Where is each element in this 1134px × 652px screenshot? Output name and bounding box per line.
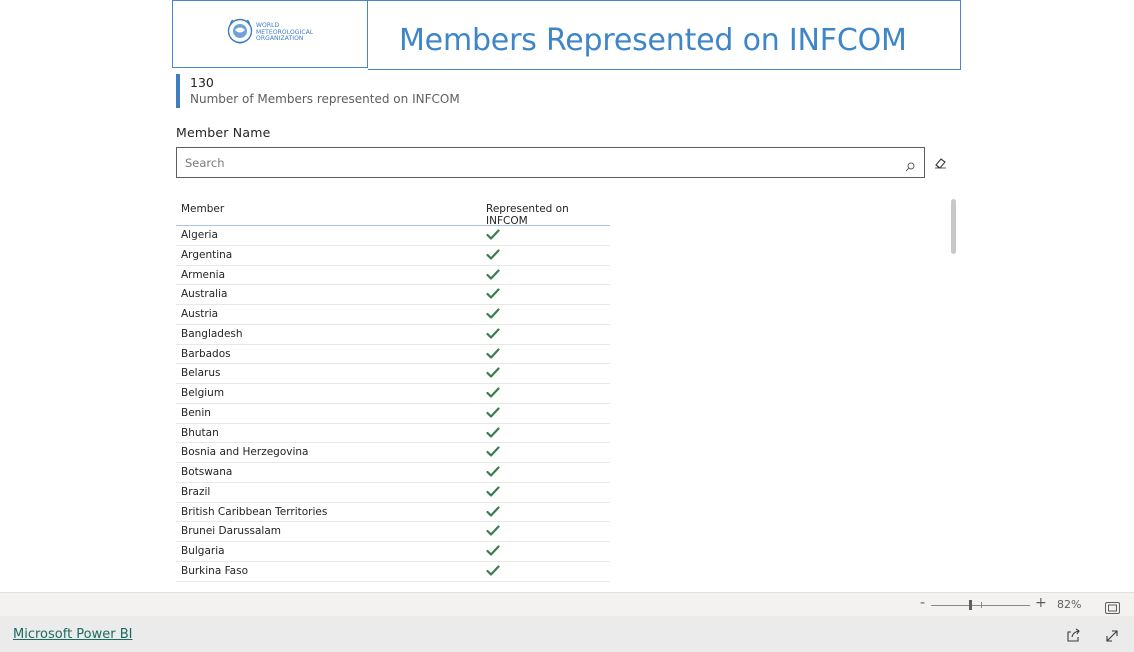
wmo-logo: WORLD METEOROLOGICAL ORGANIZATION	[227, 18, 313, 48]
checkmark-icon	[486, 367, 500, 381]
member-search-input[interactable]	[185, 154, 885, 172]
search-icon[interactable]	[905, 157, 915, 176]
title-card: Members Represented on INFCOM	[368, 0, 961, 70]
checkmark-icon	[486, 288, 500, 302]
table-row[interactable]: Belgium	[176, 384, 610, 404]
member-name-cell: Algeria	[181, 229, 218, 241]
checkmark-icon	[486, 505, 500, 520]
zoom-percentage: 82%	[1057, 598, 1082, 611]
checkmark-icon	[486, 407, 500, 421]
kpi-value: 130	[190, 75, 214, 90]
table-row[interactable]: Bosnia and Herzegovina	[176, 443, 610, 463]
vertical-scrollbar[interactable]	[951, 199, 956, 254]
member-name-cell: Brunei Darussalam	[181, 525, 281, 538]
checkmark-icon	[486, 525, 500, 539]
table-row[interactable]: Belarus	[176, 364, 610, 384]
members-table: Member Represented on INFCOM Algeria Arge…	[176, 200, 610, 592]
checkmark-icon	[486, 328, 500, 342]
expand-icon[interactable]	[1105, 628, 1119, 647]
table-row[interactable]: Brazil	[176, 483, 610, 503]
table-row[interactable]: Bhutan	[176, 424, 610, 444]
member-name-cell: British Caribbean Territories	[181, 505, 328, 518]
table-row[interactable]: Bangladesh	[176, 325, 610, 345]
member-name-cell: Belgium	[181, 387, 225, 399]
table-row[interactable]: Australia	[176, 285, 610, 305]
checkmark-icon	[486, 347, 500, 362]
zoom-in-button[interactable]: +	[1035, 595, 1047, 611]
member-name-cell: Barbados	[181, 347, 231, 360]
table-row[interactable]: Benin	[176, 404, 610, 424]
table-row[interactable]: Austria	[176, 305, 610, 325]
member-name-cell: Botswana	[181, 466, 233, 478]
member-name-cell: Bosnia and Herzegovina	[181, 446, 309, 459]
logo-card: WORLD METEOROLOGICAL ORGANIZATION	[172, 0, 368, 68]
member-name-cell: Argentina	[181, 248, 233, 261]
power-bi-link[interactable]: Microsoft Power BI	[13, 627, 132, 642]
kpi-label: Number of Members represented on INFCOM	[190, 92, 460, 106]
member-name-cell: Bhutan	[181, 426, 219, 439]
table-row[interactable]: Botswana	[176, 463, 610, 483]
eraser-icon[interactable]	[934, 154, 947, 173]
share-icon[interactable]	[1066, 627, 1081, 646]
table-row[interactable]: Burkina Faso	[176, 562, 610, 582]
member-name-cell: Australia	[181, 288, 228, 301]
zoom-out-button[interactable]: -	[920, 595, 925, 611]
member-name-cell: Brazil	[181, 485, 211, 498]
checkmark-icon	[486, 466, 500, 480]
table-row[interactable]: Brunei Darussalam	[176, 522, 610, 542]
table-row[interactable]: Bulgaria	[176, 542, 610, 562]
wmo-logo-icon	[227, 18, 253, 48]
zoom-bar: - + 82%	[0, 592, 1134, 616]
zoom-slider-thumb[interactable]	[969, 600, 972, 610]
zoom-default-tick	[981, 602, 982, 608]
page-title: Members Represented on INFCOM	[399, 23, 907, 58]
checkmark-icon	[486, 249, 500, 263]
checkmark-icon	[486, 486, 500, 500]
table-header: Member Represented on INFCOM	[176, 200, 610, 227]
table-row[interactable]: British Caribbean Territories	[176, 503, 610, 523]
checkmark-icon	[486, 545, 500, 559]
checkmark-icon	[486, 446, 500, 460]
table-row[interactable]: Algeria	[176, 226, 610, 246]
kpi-card: 130 Number of Members represented on INF…	[176, 74, 460, 108]
member-name-cell: Armenia	[181, 268, 226, 281]
checkmark-icon	[486, 426, 500, 441]
checkmark-icon	[486, 268, 500, 283]
member-name-cell: Bulgaria	[181, 545, 225, 557]
table-row[interactable]: Argentina	[176, 246, 610, 266]
table-body: Algeria Argentina Armenia Australia Austria B…	[176, 226, 610, 592]
member-name-cell: Burkina Faso	[181, 564, 249, 577]
column-header-represented[interactable]: Represented on INFCOM	[486, 203, 610, 227]
checkmark-icon	[486, 565, 500, 579]
checkmark-icon	[486, 387, 500, 401]
member-name-cell: Belarus	[181, 367, 221, 380]
member-name-cell: Bangladesh	[181, 327, 243, 340]
member-name-cell: Benin	[181, 406, 211, 419]
member-name-cell: Austria	[181, 308, 219, 320]
table-row[interactable]: Barbados	[176, 345, 610, 365]
member-search-box[interactable]	[176, 147, 925, 178]
checkmark-icon	[486, 308, 500, 322]
table-row[interactable]: Armenia	[176, 266, 610, 286]
column-header-member[interactable]: Member	[181, 203, 224, 215]
checkmark-icon	[486, 229, 500, 243]
logo-wordmark: WORLD METEOROLOGICAL ORGANIZATION	[256, 22, 314, 43]
footer-bar: Microsoft Power BI	[0, 616, 1134, 652]
report-canvas: WORLD METEOROLOGICAL ORGANIZATION Member…	[0, 0, 1134, 592]
slicer-title: Member Name	[176, 125, 271, 140]
